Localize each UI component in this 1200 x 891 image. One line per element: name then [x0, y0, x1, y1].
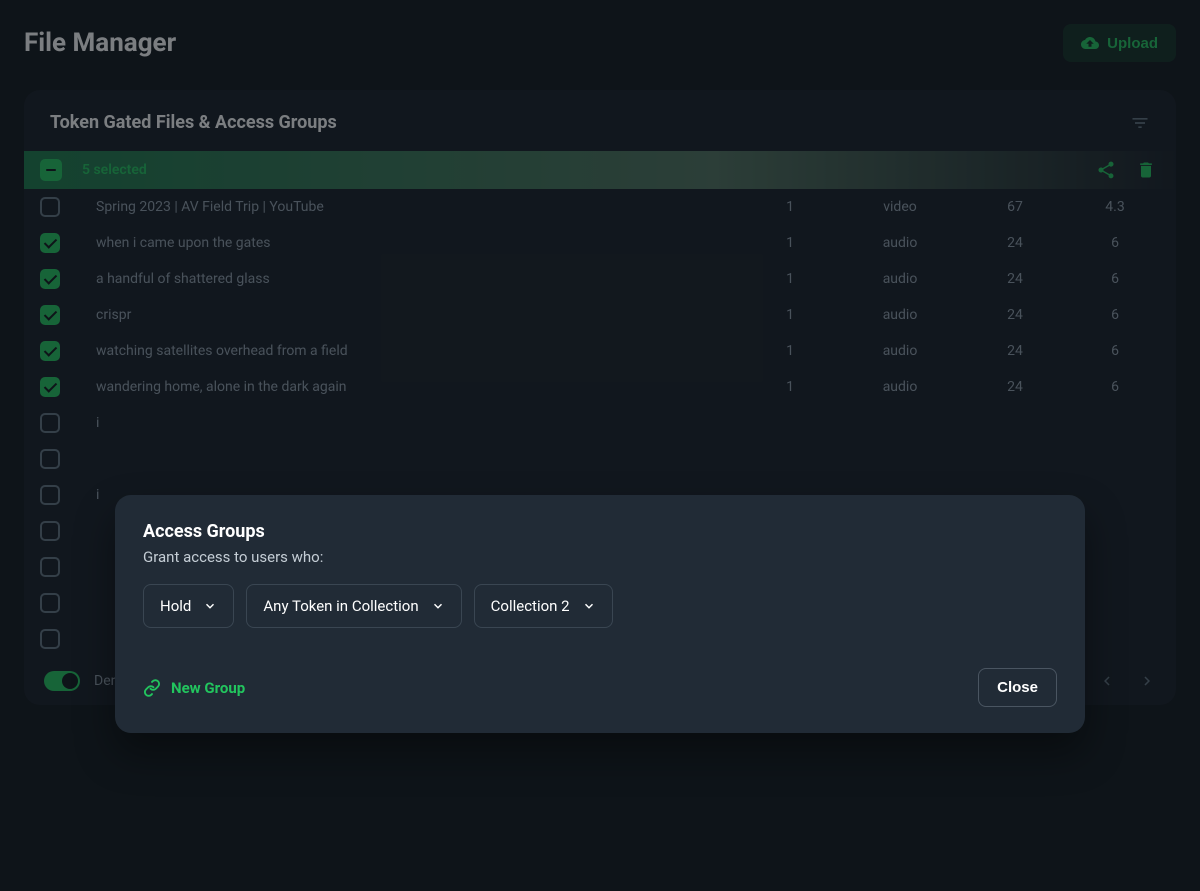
chevron-down-icon	[203, 599, 217, 613]
row-checkbox[interactable]	[40, 485, 60, 505]
col-value-c: 6	[1070, 235, 1160, 251]
row-checkbox[interactable]	[40, 197, 60, 217]
row-checkbox[interactable]	[40, 521, 60, 541]
upload-label: Upload	[1107, 35, 1158, 52]
delete-icon[interactable]	[1136, 160, 1156, 180]
file-name[interactable]: a handful of shattered glass	[96, 271, 740, 287]
col-count: 1	[760, 379, 820, 395]
col-value-b: 24	[980, 235, 1050, 251]
file-name[interactable]: i	[96, 415, 740, 431]
dense-toggle[interactable]	[44, 671, 80, 691]
hold-dropdown-value: Hold	[160, 597, 191, 615]
col-value-c: 6	[1070, 271, 1160, 287]
card-title: Token Gated Files & Access Groups	[50, 112, 337, 133]
row-checkbox[interactable]	[40, 377, 60, 397]
filter-icon[interactable]	[1130, 113, 1150, 133]
col-type: audio	[840, 379, 960, 395]
row-checkbox[interactable]	[40, 593, 60, 613]
cloud-upload-icon	[1081, 34, 1099, 52]
row-checkbox[interactable]	[40, 413, 60, 433]
access-groups-modal: Access Groups Grant access to users who:…	[115, 495, 1085, 733]
col-value-b: 67	[980, 199, 1050, 215]
token-dropdown-value: Any Token in Collection	[263, 597, 418, 615]
table-row	[24, 441, 1176, 477]
col-value-b: 24	[980, 343, 1050, 359]
col-value-c: 4.3	[1070, 199, 1160, 215]
new-group-button[interactable]: New Group	[143, 679, 245, 697]
col-value-b: 24	[980, 379, 1050, 395]
file-name[interactable]: wandering home, alone in the dark again	[96, 379, 740, 395]
table-row: i	[24, 405, 1176, 441]
col-type: audio	[840, 343, 960, 359]
col-value-c: 6	[1070, 307, 1160, 323]
col-count: 1	[760, 235, 820, 251]
chevron-down-icon	[431, 599, 445, 613]
table-row: crispr 1 audio 24 6	[24, 297, 1176, 333]
row-checkbox[interactable]	[40, 449, 60, 469]
selection-bar: 5 selected	[24, 151, 1176, 189]
col-count: 1	[760, 199, 820, 215]
chevron-down-icon	[582, 599, 596, 613]
col-type: audio	[840, 307, 960, 323]
col-value-c: 6	[1070, 343, 1160, 359]
row-checkbox[interactable]	[40, 341, 60, 361]
file-name[interactable]: Spring 2023 | AV Field Trip | YouTube	[96, 199, 740, 215]
file-name[interactable]: watching satellites overhead from a fiel…	[96, 343, 740, 359]
row-checkbox[interactable]	[40, 269, 60, 289]
select-all-checkbox[interactable]	[40, 159, 62, 181]
file-name[interactable]: crispr	[96, 307, 740, 323]
table-row: when i came upon the gates 1 audio 24 6	[24, 225, 1176, 261]
col-value-c: 6	[1070, 379, 1160, 395]
collection-dropdown-value: Collection 2	[491, 597, 570, 615]
col-count: 1	[760, 307, 820, 323]
collection-dropdown[interactable]: Collection 2	[474, 584, 613, 628]
col-count: 1	[760, 343, 820, 359]
modal-subtitle: Grant access to users who:	[143, 548, 1057, 566]
table-row: Spring 2023 | AV Field Trip | YouTube 1 vi…	[24, 189, 1176, 225]
table-row: a handful of shattered glass 1 audio 24 6	[24, 261, 1176, 297]
col-value-b: 24	[980, 271, 1050, 287]
table-row: watching satellites overhead from a fiel…	[24, 333, 1176, 369]
new-group-label: New Group	[171, 679, 245, 697]
col-count: 1	[760, 271, 820, 287]
row-checkbox[interactable]	[40, 629, 60, 649]
upload-button[interactable]: Upload	[1063, 24, 1176, 62]
prev-page-button[interactable]	[1098, 672, 1116, 690]
hold-dropdown[interactable]: Hold	[143, 584, 234, 628]
col-type: video	[840, 199, 960, 215]
col-type: audio	[840, 235, 960, 251]
token-dropdown[interactable]: Any Token in Collection	[246, 584, 461, 628]
selected-count: 5 selected	[82, 162, 1076, 178]
link-icon	[143, 679, 161, 697]
row-checkbox[interactable]	[40, 305, 60, 325]
table-row: wandering home, alone in the dark again 1…	[24, 369, 1176, 405]
page-title: File Manager	[24, 28, 176, 58]
file-name[interactable]: when i came upon the gates	[96, 235, 740, 251]
close-button[interactable]: Close	[978, 668, 1057, 707]
row-checkbox[interactable]	[40, 557, 60, 577]
col-value-b: 24	[980, 307, 1050, 323]
share-icon[interactable]	[1096, 160, 1116, 180]
next-page-button[interactable]	[1138, 672, 1156, 690]
col-type: audio	[840, 271, 960, 287]
modal-title: Access Groups	[143, 521, 1057, 542]
row-checkbox[interactable]	[40, 233, 60, 253]
